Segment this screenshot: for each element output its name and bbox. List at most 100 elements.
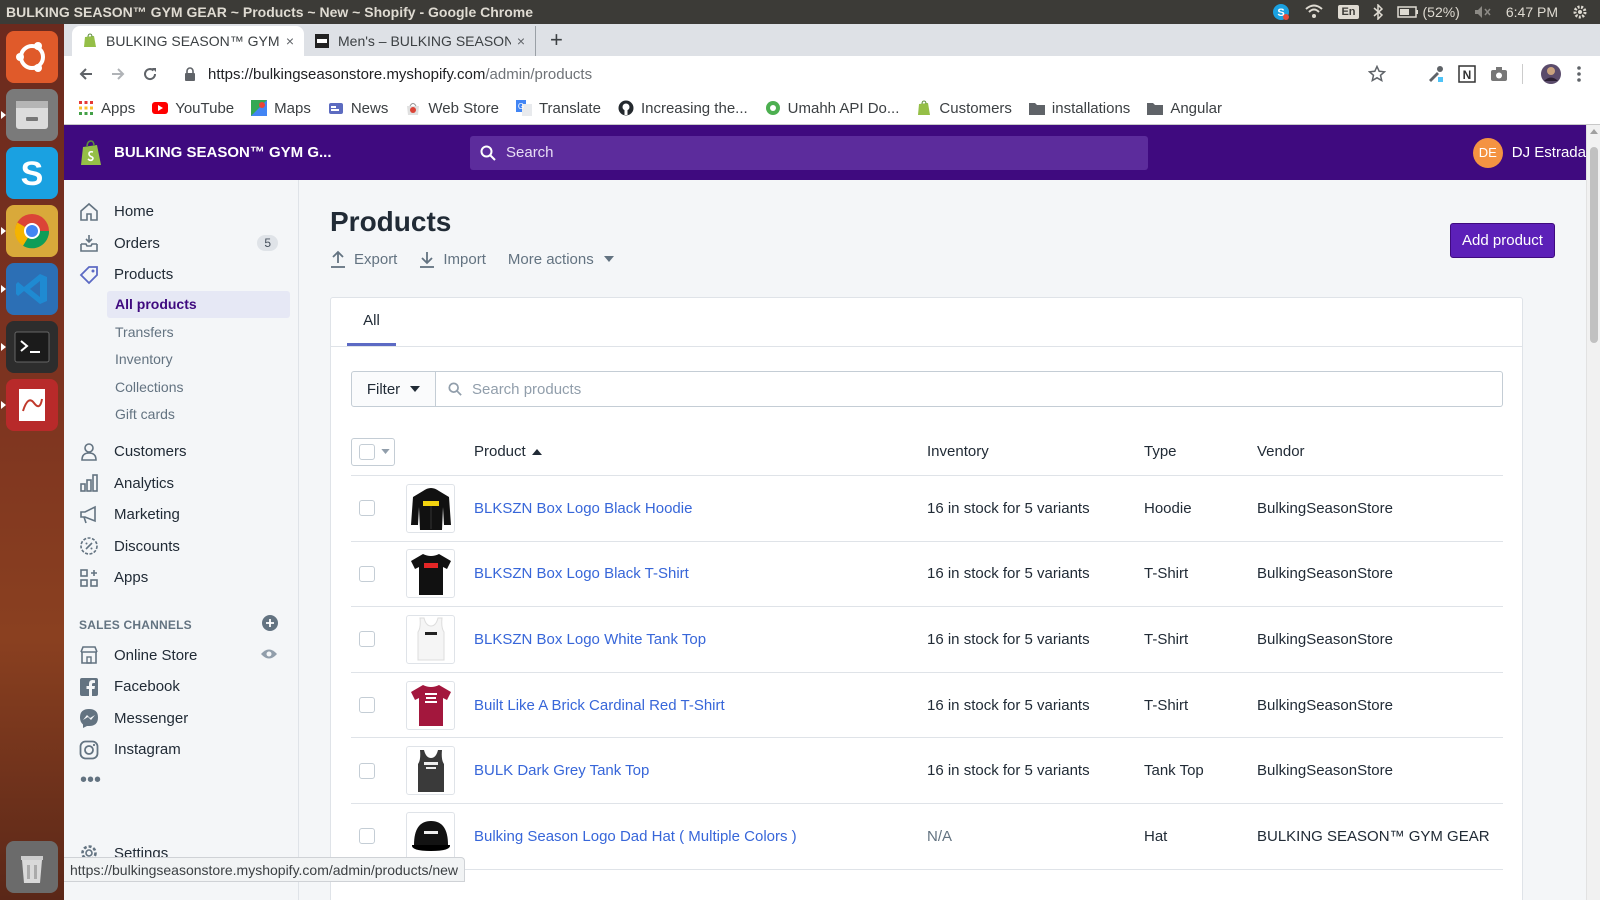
row-checkbox[interactable] — [359, 762, 375, 779]
bluetooth-icon[interactable] — [1373, 4, 1383, 20]
sidebar-item-home[interactable]: Home — [64, 196, 298, 228]
product-thumbnail[interactable] — [406, 811, 455, 861]
skype-launcher-icon[interactable]: S — [6, 147, 58, 199]
sidebar-subitem-transfers[interactable]: Transfers — [107, 318, 290, 346]
trash-icon[interactable] — [6, 841, 58, 893]
scrollbar-thumb[interactable] — [1590, 147, 1598, 343]
keyboard-language-indicator[interactable]: En — [1338, 5, 1359, 19]
extension-eyedropper-icon[interactable] — [1426, 65, 1444, 83]
column-type[interactable]: Type — [1144, 443, 1177, 460]
close-tab-icon[interactable]: × — [286, 33, 294, 49]
settings-gear-icon[interactable] — [1572, 4, 1588, 20]
product-name-link[interactable]: BULK Dark Grey Tank Top — [474, 762, 649, 779]
skype-tray-icon[interactable]: S — [1272, 3, 1290, 21]
row-checkbox[interactable] — [359, 697, 375, 714]
reload-button[interactable] — [136, 60, 164, 88]
table-row[interactable]: BLKSZN Box Logo White Tank Top 16 in sto… — [351, 607, 1503, 673]
clock[interactable]: 6:47 PM — [1506, 4, 1558, 20]
address-bar[interactable]: https://bulkingseasonstore.myshopify.com… — [174, 60, 1368, 88]
row-checkbox[interactable] — [359, 565, 375, 582]
bookmark-news[interactable]: News — [328, 100, 388, 117]
bookmark-star-icon[interactable] — [1368, 65, 1386, 83]
table-row[interactable]: BULK Dark Grey Tank Top 16 in stock for … — [351, 738, 1503, 804]
new-tab-button[interactable]: + — [550, 27, 563, 53]
sidebar-item-facebook[interactable]: Facebook — [64, 671, 298, 703]
battery-icon[interactable]: (52%) — [1396, 4, 1460, 20]
product-thumbnail[interactable] — [406, 483, 455, 533]
store-brand[interactable]: BULKING SEASON™ GYM G... — [64, 139, 470, 166]
bookmark-folder-installations[interactable]: installations — [1028, 100, 1130, 117]
product-name-link[interactable]: Bulking Season Logo Dad Hat ( Multiple C… — [474, 828, 797, 845]
more-vertical-icon[interactable] — [1576, 65, 1582, 83]
column-product[interactable]: Product — [474, 443, 542, 460]
bookmark-umahh-api[interactable]: Umahh API Do... — [765, 100, 899, 117]
table-row[interactable]: Bulking Season Logo Dad Hat ( Multiple C… — [351, 804, 1503, 870]
sidebar-item-messenger[interactable]: Messenger — [64, 703, 298, 735]
sidebar-item-orders[interactable]: Orders 5 — [64, 228, 298, 260]
table-row[interactable]: Built Like A Brick Cardinal Red T-Shirt … — [351, 673, 1503, 739]
more-actions-dropdown[interactable]: More actions — [508, 251, 622, 268]
table-row[interactable]: BLKSZN Box Logo Black T-Shirt 16 in stoc… — [351, 542, 1503, 608]
product-name-link[interactable]: BLKSZN Box Logo Black Hoodie — [474, 500, 692, 517]
chrome-launcher-icon[interactable] — [1, 205, 58, 257]
terminal-launcher-icon[interactable] — [1, 321, 58, 373]
bookmark-web-store[interactable]: Web Store — [405, 100, 499, 117]
bulk-select-dropdown[interactable] — [351, 437, 395, 466]
product-name-link[interactable]: Built Like A Brick Cardinal Red T-Shirt — [474, 697, 725, 714]
bookmark-github[interactable]: Increasing the... — [618, 100, 748, 117]
sidebar-item-online-store[interactable]: Online Store — [64, 640, 298, 672]
sidebar-subitem-inventory[interactable]: Inventory — [107, 346, 290, 374]
tab-shopify-products[interactable]: BULKING SEASON™ GYM GEAR ~ Products × — [72, 26, 304, 56]
vscode-launcher-icon[interactable] — [1, 263, 58, 315]
column-inventory[interactable]: Inventory — [927, 443, 989, 460]
product-name-link[interactable]: BLKSZN Box Logo Black T-Shirt — [474, 565, 689, 582]
tab-mens-store[interactable]: Men's – BULKING SEASON™ GYM GEAR × — [304, 26, 536, 56]
filter-button[interactable]: Filter — [351, 371, 436, 407]
ubuntu-dash-icon[interactable] — [6, 31, 58, 83]
product-thumbnail[interactable] — [406, 680, 455, 730]
file-manager-icon[interactable] — [1, 89, 58, 141]
volume-muted-icon[interactable] — [1474, 5, 1492, 19]
forward-button[interactable] — [104, 60, 132, 88]
search-products-input[interactable]: Search products — [436, 371, 1503, 407]
row-checkbox[interactable] — [359, 828, 375, 845]
sidebar-subitem-collections[interactable]: Collections — [107, 373, 290, 401]
bookmark-youtube[interactable]: YouTube — [152, 100, 234, 117]
extension-notion-icon[interactable]: N — [1458, 65, 1476, 83]
sidebar-subitem-gift-cards[interactable]: Gift cards — [107, 401, 290, 429]
admin-search-input[interactable]: Search — [470, 135, 1148, 170]
wifi-icon[interactable] — [1304, 4, 1324, 20]
product-thumbnail[interactable] — [406, 614, 455, 664]
add-channel-icon[interactable] — [262, 615, 278, 634]
sidebar-item-products[interactable]: Products — [64, 259, 298, 291]
row-checkbox[interactable] — [359, 631, 375, 648]
product-name-link[interactable]: BLKSZN Box Logo White Tank Top — [474, 631, 706, 648]
column-vendor[interactable]: Vendor — [1257, 443, 1305, 460]
sidebar-subitem-all-products[interactable]: All products — [107, 290, 290, 318]
product-thumbnail[interactable] — [406, 549, 455, 599]
bookmark-folder-angular[interactable]: Angular — [1147, 100, 1222, 117]
export-button[interactable]: Export — [330, 250, 397, 268]
sidebar-item-apps[interactable]: Apps — [64, 562, 298, 594]
import-button[interactable]: Import — [419, 250, 486, 268]
bookmark-apps[interactable]: Apps — [78, 100, 135, 117]
sidebar-item-discounts[interactable]: Discounts — [64, 531, 298, 563]
table-row[interactable]: BLKSZN Box Logo Black Hoodie 16 in stock… — [351, 476, 1503, 542]
scroll-up-arrow-icon[interactable] — [1590, 129, 1598, 134]
sidebar-item-customers[interactable]: Customers — [64, 436, 298, 468]
add-product-button[interactable]: Add product — [1450, 223, 1555, 258]
bookmark-translate[interactable]: G Translate — [515, 100, 601, 117]
bookmark-customers[interactable]: Customers — [916, 100, 1012, 117]
back-button[interactable] — [72, 60, 100, 88]
profile-avatar-icon[interactable] — [1540, 63, 1562, 85]
bookmark-maps[interactable]: Maps — [251, 100, 311, 117]
product-thumbnail[interactable] — [406, 746, 455, 796]
more-channels-button[interactable]: ••• — [64, 766, 298, 796]
page-scrollbar[interactable] — [1586, 125, 1600, 900]
tab-all[interactable]: All — [347, 297, 396, 346]
row-checkbox[interactable] — [359, 500, 375, 517]
document-viewer-icon[interactable] — [1, 379, 58, 431]
user-menu[interactable]: DE DJ Estrada — [1472, 137, 1600, 168]
view-store-eye-icon[interactable] — [260, 647, 278, 664]
close-tab-icon[interactable]: × — [517, 33, 525, 49]
